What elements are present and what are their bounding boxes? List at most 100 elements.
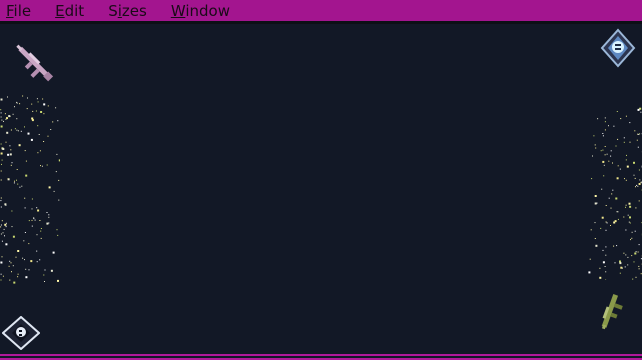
sparkle-particle [31, 208, 33, 210]
diamond-emblem-icon[interactable] [600, 28, 636, 68]
sparkle-particle [602, 249, 604, 251]
menu-edit[interactable]: Edit [55, 0, 84, 23]
sparkle-particle [1, 240, 3, 242]
sparkle-particle [635, 276, 637, 278]
sparkle-particle [37, 209, 40, 212]
menu-bar: File Edit Sizes Window [0, 0, 642, 24]
sparkle-particle [616, 111, 618, 112]
sparkle-particle [605, 254, 607, 256]
sparkle-particle [56, 229, 58, 231]
sparkle-particle [638, 183, 641, 185]
sparkle-particle [57, 234, 59, 236]
sparkle-particle [0, 233, 2, 235]
sparkle-particle [5, 243, 8, 246]
sparkle-particle [602, 135, 604, 137]
sparkle-particle [16, 102, 18, 104]
sparkle-particle [39, 150, 41, 152]
sparkle-particle [40, 111, 43, 113]
sparkle-particle [12, 235, 15, 238]
sparkle-particle [629, 216, 631, 219]
sparkle-particle [0, 279, 2, 281]
sparkle-particle [7, 178, 10, 181]
sparkle-particle [24, 207, 26, 209]
sparkle-particle [19, 103, 21, 105]
rifle-icon[interactable] [10, 36, 58, 90]
sparkle-particle [615, 145, 617, 147]
rifle-icon[interactable] [592, 282, 628, 342]
sparkle-particle [594, 202, 597, 205]
sparkle-particle [613, 221, 616, 224]
sparkle-particle [43, 141, 45, 142]
sparkle-particle [600, 227, 602, 229]
sparkle-particle [600, 150, 602, 152]
sparkle-particle [593, 135, 595, 137]
sparkle-particle [616, 177, 619, 180]
bottom-border [0, 351, 642, 360]
menu-file[interactable]: File [6, 0, 31, 23]
sparkle-particle [58, 159, 60, 162]
sparkle-particle [53, 190, 55, 192]
sparkle-particle [13, 281, 16, 284]
sparkle-particle [619, 272, 621, 274]
sparkle-particle [628, 202, 631, 205]
sparkle-particle [11, 162, 13, 164]
sparkle-particle [16, 118, 18, 120]
sparkle-particle [635, 186, 636, 188]
sparkle-particle [617, 138, 619, 140]
sparkle-particle [26, 108, 28, 110]
sparkle-particle [30, 138, 33, 141]
sparkle-particle [23, 240, 25, 242]
sparkle-particle [31, 219, 33, 221]
sparkle-particle [594, 144, 596, 146]
sparkle-particle [0, 116, 2, 118]
sparkle-particle [625, 254, 627, 256]
sparkle-particle [605, 246, 607, 248]
sparkle-particle [16, 101, 18, 103]
sparkle-particle [589, 258, 591, 260]
sparkle-particle [599, 276, 602, 279]
sparkle-particle [18, 144, 21, 147]
sparkle-particle [0, 273, 2, 275]
sparkle-particle [625, 159, 627, 161]
sparkle-particle [594, 238, 596, 239]
sparkle-particle [634, 177, 636, 179]
sparkle-particle [30, 260, 33, 263]
sparkle-particle [639, 179, 641, 181]
sparkle-particle [12, 113, 14, 115]
sparkle-particle [15, 256, 17, 258]
sparkle-particle [604, 146, 606, 147]
sparkle-particle [623, 252, 625, 254]
sparkle-particle [625, 204, 627, 206]
sparkle-particle [5, 222, 7, 224]
sparkle-particle [601, 188, 603, 190]
sparkle-particle [31, 119, 34, 122]
sparkle-particle [10, 164, 12, 166]
sparkle-particle [608, 160, 610, 162]
sparkle-particle [28, 269, 30, 271]
sparkle-particle [627, 264, 629, 266]
diamond-emblem-icon[interactable] [2, 316, 40, 350]
sparkle-particle [3, 120, 4, 122]
menu-sizes[interactable]: Sizes [108, 0, 147, 23]
sparkle-particle [7, 178, 9, 180]
sparkle-particle [610, 150, 612, 152]
sparkle-particle [602, 133, 604, 134]
menu-window[interactable]: Window [171, 0, 230, 23]
sparkle-particle [14, 180, 15, 182]
sparkle-particle [4, 223, 7, 226]
sparkle-particle [594, 222, 596, 224]
sparkle-field-left [0, 95, 60, 284]
sparkle-particle [37, 125, 39, 127]
sparkle-particle [24, 150, 26, 152]
sparkle-particle [637, 185, 639, 187]
sparkle-particle [9, 260, 11, 262]
sparkle-particle [7, 153, 10, 156]
sparkle-particle [617, 165, 619, 167]
sparkle-particle [619, 260, 621, 263]
sparkle-particle [624, 266, 626, 268]
sparkle-particle [623, 137, 625, 139]
sparkle-particle [5, 141, 7, 143]
sparkle-particle [4, 235, 5, 237]
sparkle-particle [634, 252, 637, 255]
sparkle-particle [25, 268, 27, 270]
